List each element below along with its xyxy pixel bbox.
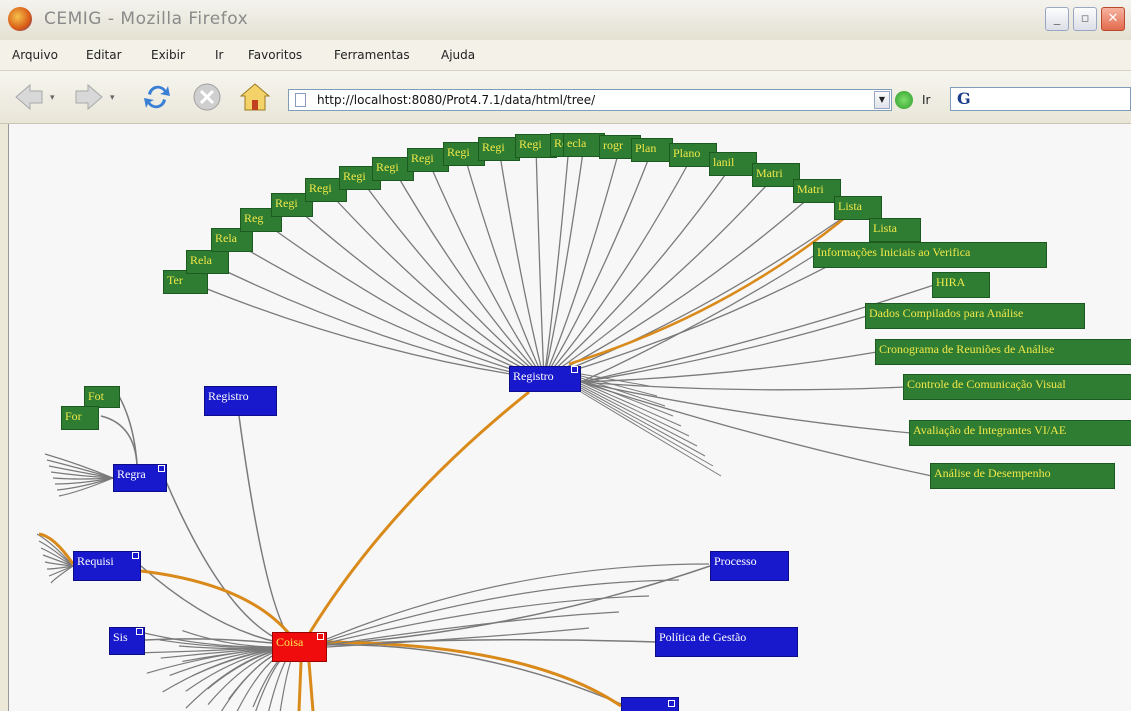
tree-edge xyxy=(543,154,694,380)
window-title: CEMIG - Mozilla Firefox xyxy=(44,9,249,29)
menu-editar[interactable]: Editar xyxy=(86,48,122,62)
tree-edge xyxy=(298,565,711,647)
tree-edges xyxy=(36,144,935,711)
tree-node-hira[interactable]: HIRA xyxy=(932,272,990,298)
tree-edge xyxy=(543,174,777,380)
menu-ferramentas[interactable]: Ferramentas xyxy=(334,48,410,62)
tree-node-analise-desempenho[interactable]: Análise de Desempenho xyxy=(930,463,1115,489)
menu-ir[interactable]: Ir xyxy=(215,48,223,62)
go-button-label[interactable]: Ir xyxy=(922,93,930,107)
back-icon[interactable] xyxy=(12,80,46,114)
minimize-button[interactable]: _ xyxy=(1045,7,1069,31)
expand-icon[interactable] xyxy=(317,633,324,640)
forward-icon[interactable] xyxy=(72,80,106,114)
tree-edge xyxy=(44,453,114,479)
tree-edge xyxy=(238,415,300,647)
tree-viewport[interactable]: Ter Rela Rela Reg Regi Regi Regi Regi Re… xyxy=(8,124,1131,711)
tree-edge xyxy=(260,219,545,380)
menu-ajuda[interactable]: Ajuda xyxy=(441,48,475,62)
close-button[interactable]: ✕ xyxy=(1101,7,1125,31)
tree-node-avaliacao-integrantes[interactable]: Avaliação de Integrantes VI/AE xyxy=(909,420,1131,446)
stop-icon[interactable] xyxy=(190,80,224,114)
window-titlebar: CEMIG - Mozilla Firefox _ ▫ ✕ xyxy=(0,0,1131,40)
tree-node-regi-7[interactable]: Regi xyxy=(478,137,520,161)
address-dropdown-icon[interactable]: ▼ xyxy=(874,91,890,109)
tree-edge xyxy=(298,644,622,705)
tree-edge xyxy=(48,465,114,479)
page-icon xyxy=(295,93,306,107)
tree-node-politica-gestao[interactable]: Política de Gestão xyxy=(655,627,798,657)
expand-icon[interactable] xyxy=(158,465,165,472)
tree-edge xyxy=(535,145,545,380)
tree-edge xyxy=(463,153,545,380)
forward-dropdown-icon[interactable]: ▾ xyxy=(110,93,115,103)
tree-edge xyxy=(58,477,114,497)
tree-node-informacoes-iniciais[interactable]: Informações Iniciais ao Verifica xyxy=(813,242,1047,268)
expand-icon[interactable] xyxy=(571,366,578,373)
home-icon[interactable] xyxy=(238,80,272,114)
tree-edge-highlight xyxy=(297,661,303,711)
tree-node-controle-comunicacao[interactable]: Controle de Comunicação Visual xyxy=(903,374,1131,400)
tree-edge xyxy=(580,389,714,467)
tree-node-rela-1[interactable]: Rela xyxy=(186,250,229,274)
go-icon[interactable] xyxy=(895,91,913,109)
tree-node-plan[interactable]: Plan xyxy=(631,138,673,162)
expand-icon[interactable] xyxy=(136,628,143,635)
tree-edge xyxy=(543,144,570,380)
expand-icon[interactable] xyxy=(668,700,675,707)
tree-node-dados-compilados[interactable]: Dados Compilados para Análise xyxy=(865,303,1085,329)
navigation-toolbar: ▾ ▾ http://localhost:8080/Prot4.7.1/data… xyxy=(0,71,1131,124)
tree-node-cronograma[interactable]: Cronograma de Reuniões de Análise xyxy=(875,339,1131,365)
tree-node-lista-1[interactable]: Lista xyxy=(834,196,882,220)
tree-node-lista-2[interactable]: Lista xyxy=(869,218,921,242)
tree-edge xyxy=(164,478,300,647)
tree-edge-highlight xyxy=(307,661,315,711)
tree-edge xyxy=(118,395,138,465)
tree-node-processo[interactable]: Processo xyxy=(710,551,789,581)
menu-bar: Arquivo Editar Exibir Ir Favoritos Ferra… xyxy=(0,40,1131,71)
tree-node-lanil[interactable]: lanil xyxy=(709,152,757,176)
maximize-button[interactable]: ▫ xyxy=(1073,7,1097,31)
address-input[interactable]: http://localhost:8080/Prot4.7.1/data/htm… xyxy=(317,93,595,107)
tree-edge xyxy=(326,579,680,642)
expand-icon[interactable] xyxy=(132,552,139,559)
reload-icon[interactable] xyxy=(140,80,174,114)
menu-favoritos[interactable]: Favoritos xyxy=(248,48,302,62)
tree-edge xyxy=(580,385,698,447)
tree-node-fot[interactable]: Fot xyxy=(84,386,120,408)
tree-edge xyxy=(580,351,878,383)
tree-edge xyxy=(543,163,734,380)
tree-edge xyxy=(100,415,138,465)
tree-edge-highlight xyxy=(326,640,622,708)
tree-edge xyxy=(326,563,710,640)
tree-edge xyxy=(580,254,816,383)
tree-node-registro-left[interactable]: Registro xyxy=(204,386,277,416)
tree-edge xyxy=(326,627,590,648)
address-bar[interactable]: http://localhost:8080/Prot4.7.1/data/htm… xyxy=(288,89,892,111)
google-search-icon: G xyxy=(957,89,971,108)
search-input[interactable]: G xyxy=(950,87,1131,111)
tree-edge xyxy=(580,381,933,477)
tree-node-for[interactable]: For xyxy=(61,406,99,430)
back-dropdown-icon[interactable]: ▾ xyxy=(50,93,55,103)
tree-edge xyxy=(52,477,114,480)
menu-exibir[interactable]: Exibir xyxy=(151,48,185,62)
tree-edge xyxy=(580,284,935,383)
tree-node-requisi[interactable]: Requisi xyxy=(73,551,141,581)
menu-arquivo[interactable]: Arquivo xyxy=(12,48,58,62)
tree-edge xyxy=(580,381,682,427)
tree-edge xyxy=(543,149,653,380)
firefox-logo-icon xyxy=(8,7,32,31)
